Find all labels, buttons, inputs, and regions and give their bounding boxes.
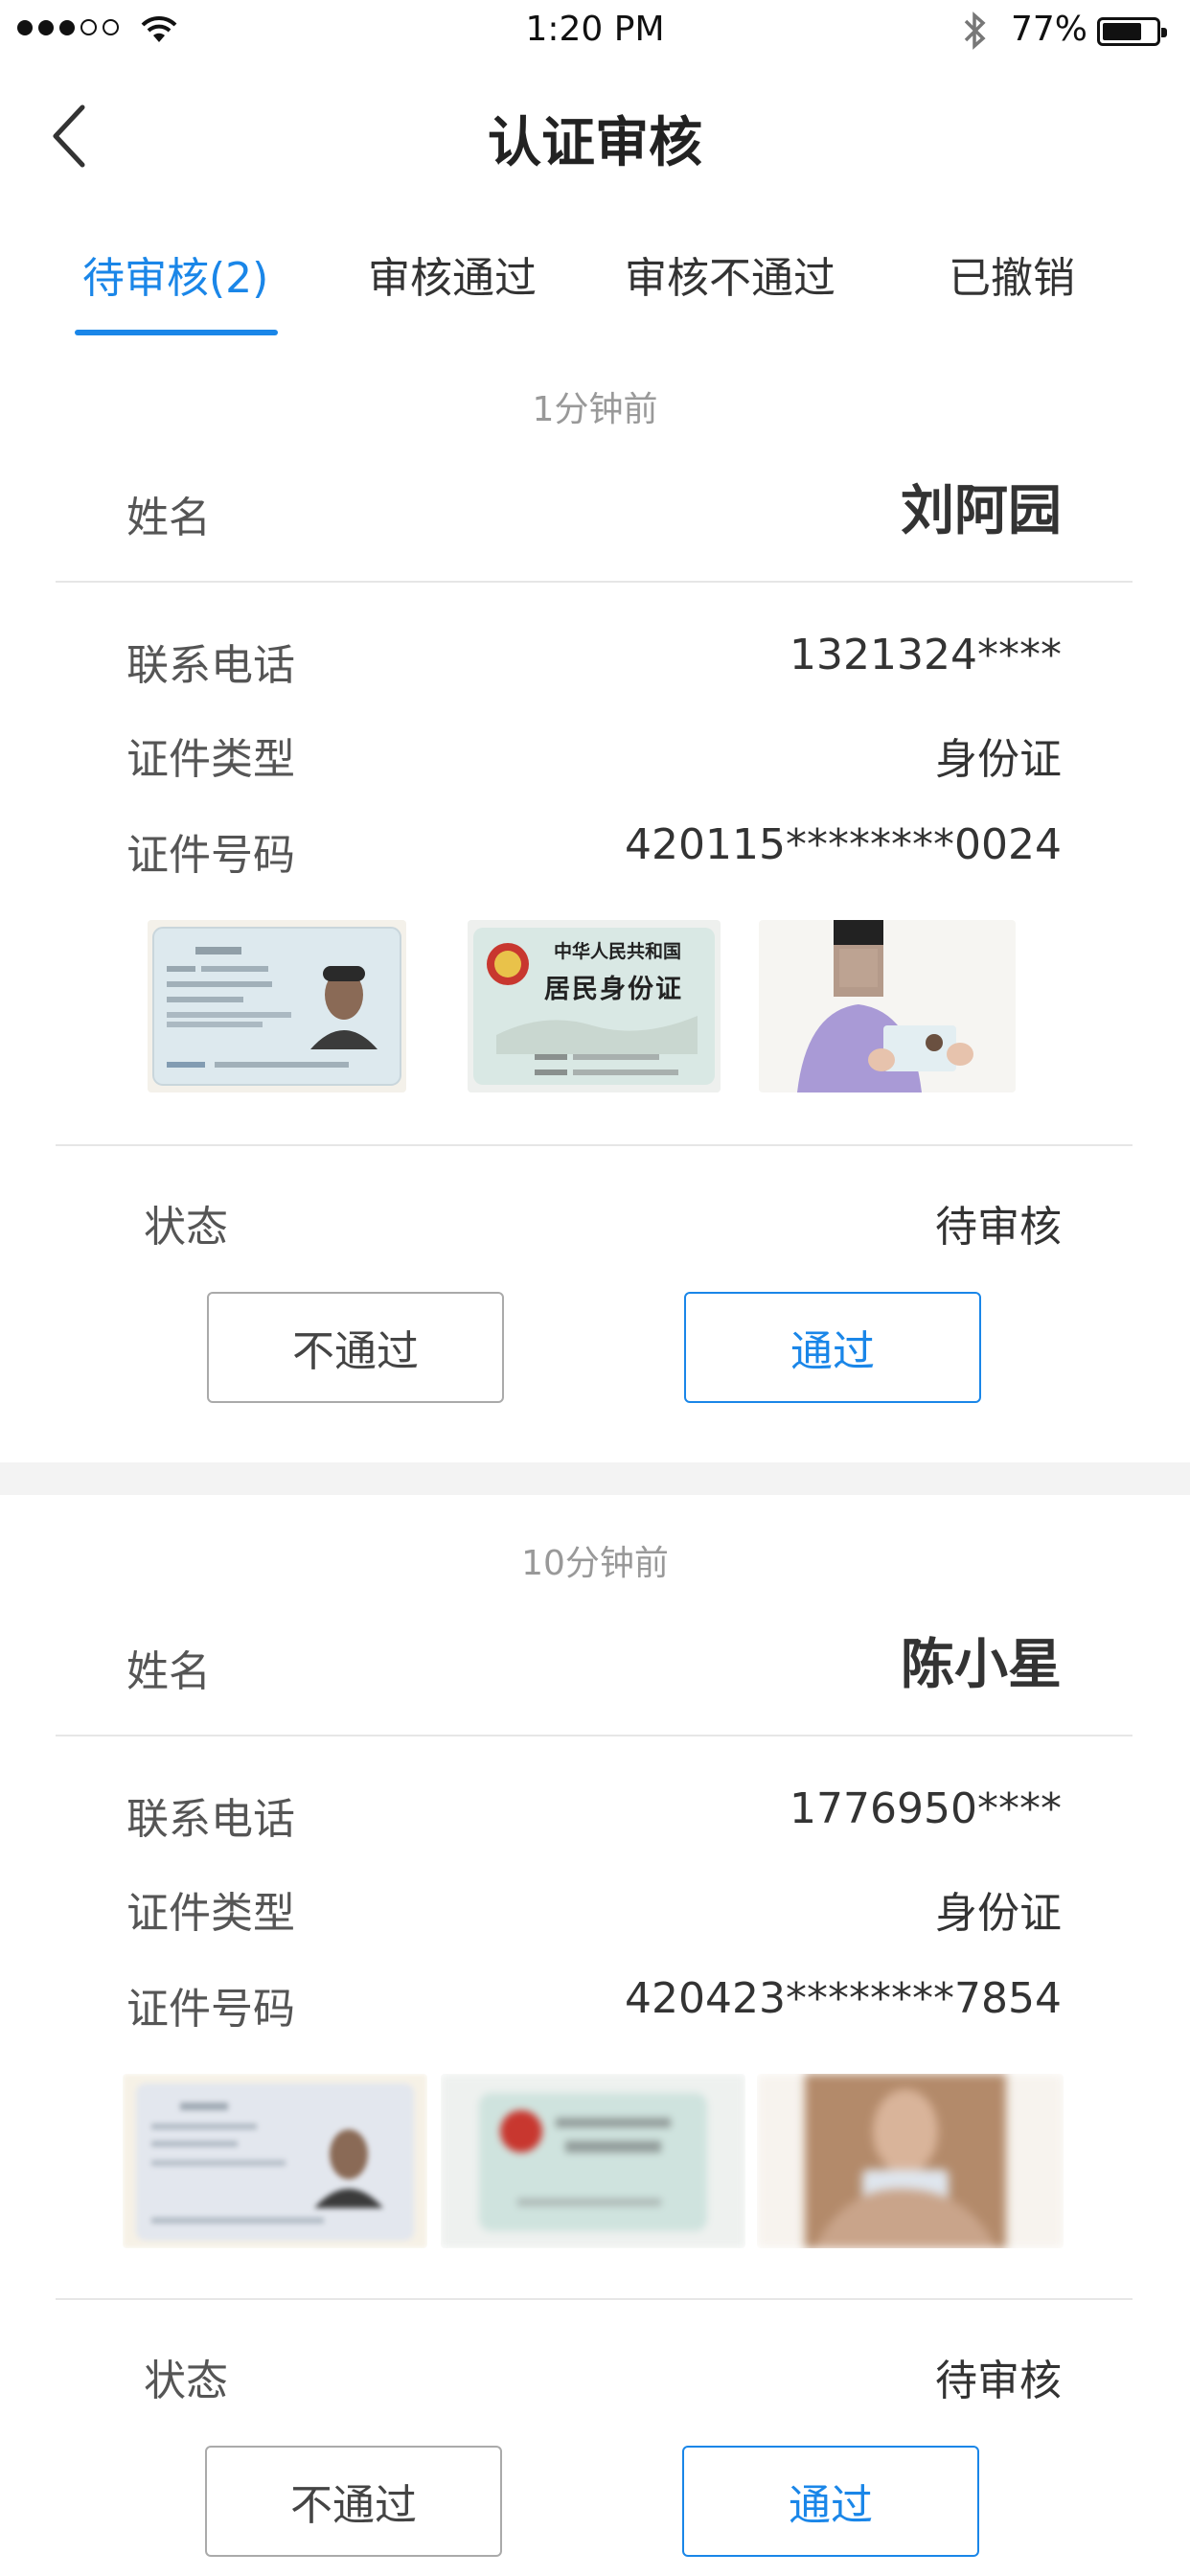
id-type-label: 证件类型	[126, 735, 295, 784]
name-label: 姓名	[126, 494, 211, 542]
name-value: 刘阿园	[901, 480, 1062, 542]
tab-approved[interactable]: 审核通过	[368, 243, 537, 305]
name-value: 陈小星	[901, 1634, 1062, 1696]
nav-bar: 认证审核	[0, 63, 1190, 207]
tab-active-indicator	[75, 330, 278, 335]
tab-bar: 待审核(2) 审核通过 审核不通过 已撤销	[0, 207, 1190, 343]
bluetooth-icon	[964, 12, 986, 50]
id-card-back-photo[interactable]	[441, 2074, 745, 2248]
divider	[56, 581, 1133, 583]
reject-button[interactable]: 不通过	[207, 1292, 504, 1403]
phone-value: 1776950****	[790, 1784, 1062, 1833]
status-value: 待审核	[935, 2357, 1062, 2405]
id-number-label: 证件号码	[126, 1985, 295, 2034]
review-card: 1分钟前 姓名 刘阿园 联系电话 1321324**** 证件类型 身份证 证件…	[0, 341, 1190, 1462]
id-number-value: 420115********0024	[625, 820, 1062, 869]
divider	[56, 2298, 1133, 2300]
status-bar: 1:20 PM 77%	[0, 0, 1190, 63]
approve-button[interactable]: 通过	[682, 2446, 979, 2557]
status-label: 状态	[144, 2357, 228, 2405]
id-type-value: 身份证	[935, 1889, 1062, 1938]
holding-id-photo[interactable]	[757, 2074, 1064, 2248]
id-number-label: 证件号码	[126, 831, 295, 880]
submitted-time: 10分钟前	[521, 1544, 669, 1583]
holding-id-photo[interactable]	[759, 920, 1016, 1092]
id-card-front-photo[interactable]	[123, 2074, 427, 2248]
approve-button[interactable]: 通过	[684, 1292, 981, 1403]
divider	[56, 1735, 1133, 1736]
review-card: 10分钟前 姓名 陈小星 联系电话 1776950**** 证件类型 身份证 证…	[0, 1495, 1190, 2576]
id-number-value: 420423********7854	[625, 1974, 1062, 2023]
submitted-time: 1分钟前	[532, 390, 658, 429]
id-card-back-photo[interactable]: 中华人民共和国 居民身份证	[468, 920, 721, 1092]
status-value: 待审核	[935, 1203, 1062, 1252]
tab-pending[interactable]: 待审核(2)	[82, 243, 268, 305]
phone-value: 1321324****	[790, 631, 1062, 679]
section-separator	[0, 1462, 1190, 1495]
page-title: 认证审核	[488, 112, 702, 174]
name-label: 姓名	[126, 1647, 211, 1696]
tab-revoked[interactable]: 已撤销	[949, 243, 1075, 305]
battery-percent: 77%	[1011, 10, 1088, 49]
phone-label: 联系电话	[126, 641, 295, 690]
divider	[56, 1144, 1133, 1146]
status-label: 状态	[144, 1203, 228, 1252]
tab-rejected[interactable]: 审核不通过	[625, 243, 835, 305]
battery-icon	[1097, 17, 1167, 46]
reject-button[interactable]: 不通过	[205, 2446, 502, 2557]
id-type-label: 证件类型	[126, 1889, 295, 1938]
id-back-title: 中华人民共和国	[554, 941, 682, 962]
id-card-front-photo[interactable]	[148, 920, 406, 1092]
id-type-value: 身份证	[935, 735, 1062, 784]
phone-label: 联系电话	[126, 1795, 295, 1844]
id-back-subtitle: 居民身份证	[544, 975, 683, 1004]
